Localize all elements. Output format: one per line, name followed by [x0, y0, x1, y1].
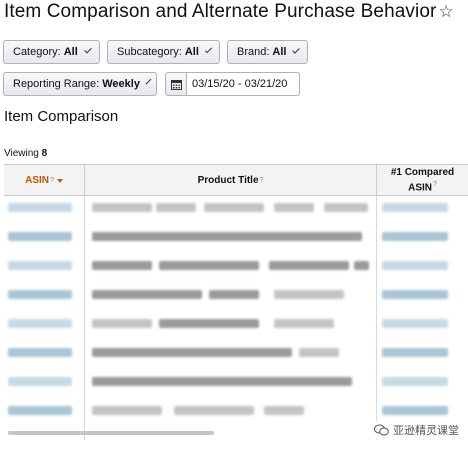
help-icon[interactable]: ?: [260, 175, 264, 187]
date-range-field[interactable]: 03/15/20 - 03/21/20: [186, 72, 300, 96]
product-title-text: [92, 348, 292, 357]
asin-link[interactable]: [8, 203, 72, 212]
column-header-asin-label: ASIN: [25, 174, 49, 186]
product-title-text: [274, 319, 334, 328]
chevron-down-icon: [204, 45, 213, 53]
brand-filter-button[interactable]: Brand: All: [227, 40, 308, 64]
chevron-down-icon: [145, 78, 152, 84]
compared-asin-link[interactable]: [382, 348, 448, 357]
product-title-text: [299, 348, 339, 357]
brand-filter-value: All: [272, 46, 287, 58]
compared-asin-link[interactable]: [382, 232, 448, 241]
compared-asin-link[interactable]: [382, 261, 448, 270]
asin-link[interactable]: [8, 319, 72, 328]
asin-link[interactable]: [8, 406, 72, 415]
product-title-text: [92, 290, 202, 299]
viewing-number: 8: [41, 148, 48, 159]
product-title-text: [92, 319, 152, 328]
product-title-text: [264, 406, 304, 415]
table-row: [4, 319, 468, 350]
product-title-text: [159, 261, 259, 270]
product-title-text: [204, 203, 264, 212]
wechat-icon: [374, 424, 389, 436]
chevron-down-icon: [292, 45, 300, 53]
horizontal-scrollbar[interactable]: [8, 431, 214, 435]
category-filter-value: All: [63, 46, 78, 58]
watermark-text: 亚逊精灵课堂: [393, 425, 459, 437]
column-header-compared-asin-label: #1 Compared ASIN: [390, 166, 455, 194]
subcategory-filter-button[interactable]: Subcategory: All: [107, 40, 220, 64]
product-title-text: [324, 203, 368, 212]
table-row: [4, 290, 468, 321]
product-title-text: [92, 406, 162, 415]
asin-link[interactable]: [8, 261, 72, 270]
table-row: [4, 377, 468, 408]
compared-asin-link[interactable]: [382, 319, 448, 328]
category-filter-button[interactable]: Category: All: [3, 40, 100, 64]
chevron-down-icon: [83, 45, 92, 54]
reporting-range-value: Weekly: [102, 78, 140, 90]
column-header-product-title-label: Product Title: [197, 174, 259, 186]
product-title-text: [92, 261, 152, 270]
star-outline-icon[interactable]: ☆: [438, 2, 453, 21]
asin-link[interactable]: [8, 290, 72, 299]
table-row: [4, 261, 468, 292]
product-title-text: [174, 406, 254, 415]
asin-link[interactable]: [8, 232, 72, 241]
compared-asin-link[interactable]: [382, 406, 448, 415]
column-header-asin[interactable]: ASIN?: [4, 165, 84, 196]
compared-asin-link[interactable]: [382, 203, 448, 212]
subcategory-filter-label: Subcategory:: [117, 46, 182, 58]
compared-asin-link[interactable]: [382, 377, 448, 386]
reporting-range-button[interactable]: Reporting Range: Weekly: [3, 72, 157, 96]
watermark: 亚逊精灵课堂: [371, 421, 462, 439]
reporting-range-label: Reporting Range:: [13, 78, 100, 90]
page-title: Item Comparison and Alternate Purchase B…: [4, 1, 454, 23]
help-icon[interactable]: ?: [433, 181, 437, 188]
product-title-text: [209, 290, 259, 299]
product-title-text: [92, 377, 352, 386]
calendar-icon[interactable]: [165, 72, 187, 96]
compared-asin-link[interactable]: [382, 290, 448, 299]
product-title-text: [92, 232, 362, 241]
table-row: [4, 232, 468, 263]
table-row: [4, 203, 468, 234]
sort-descending-icon: [56, 178, 63, 183]
asin-link[interactable]: [8, 348, 72, 357]
subcategory-filter-value: All: [184, 46, 199, 58]
product-title-text: [159, 319, 259, 328]
product-title-text: [269, 261, 349, 270]
table-row: [4, 348, 468, 379]
column-header-product-title[interactable]: Product Title?: [84, 165, 376, 196]
table-header: ASIN? Product Title? #1 Compared ASIN?: [4, 165, 468, 196]
item-comparison-table: ASIN? Product Title? #1 Compared ASIN?: [4, 164, 468, 440]
asin-link[interactable]: [8, 377, 72, 386]
product-title-text: [274, 290, 344, 299]
section-title: Item Comparison: [4, 108, 119, 125]
product-title-text: [92, 203, 152, 212]
viewing-count: Viewing 8: [4, 148, 47, 159]
product-title-text: [274, 203, 314, 212]
viewing-label: Viewing: [4, 148, 39, 159]
brand-filter-label: Brand:: [237, 46, 270, 58]
category-filter-label: Category:: [13, 46, 61, 58]
page-title-text: Item Comparison and Alternate Purchase B…: [4, 1, 437, 22]
product-title-text: [354, 261, 369, 270]
column-header-compared-asin[interactable]: #1 Compared ASIN?: [376, 165, 468, 196]
help-icon[interactable]: ?: [50, 175, 54, 187]
product-title-text: [156, 203, 196, 212]
